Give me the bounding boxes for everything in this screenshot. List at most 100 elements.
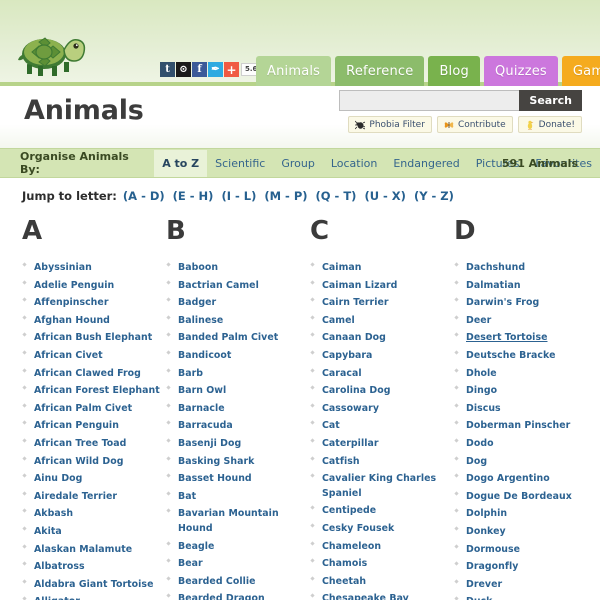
- organise-item-group[interactable]: Group: [273, 150, 323, 177]
- organise-item-scientific[interactable]: Scientific: [207, 150, 273, 177]
- animal-link[interactable]: Dog: [466, 456, 487, 467]
- animal-link[interactable]: African Tree Toad: [34, 438, 126, 449]
- animal-link[interactable]: Desert Tortoise: [466, 332, 547, 343]
- animal-link[interactable]: Canaan Dog: [322, 332, 386, 343]
- animal-link[interactable]: Basset Hound: [178, 473, 252, 484]
- animal-link[interactable]: African Penguin: [34, 420, 119, 431]
- animal-link[interactable]: Bear: [178, 558, 203, 569]
- nav-tab-games[interactable]: Games: [561, 56, 600, 86]
- animal-link[interactable]: Barn Owl: [178, 385, 226, 396]
- animal-link[interactable]: African Clawed Frog: [34, 368, 141, 379]
- facebook-share-icon[interactable]: f: [192, 62, 207, 77]
- animal-link[interactable]: Donkey: [466, 526, 506, 537]
- nav-tab-blog[interactable]: Blog: [428, 56, 480, 86]
- jump-range-y-z[interactable]: (Y - Z): [414, 189, 454, 203]
- jump-range-q-t[interactable]: (Q - T): [316, 189, 357, 203]
- search-button[interactable]: Search: [519, 90, 582, 111]
- animal-link[interactable]: Abyssinian: [34, 262, 92, 273]
- jump-range-e-h[interactable]: (E - H): [173, 189, 214, 203]
- animal-link[interactable]: Basking Shark: [178, 456, 254, 467]
- animal-link[interactable]: Dogo Argentino: [466, 473, 550, 484]
- jump-range-i-l[interactable]: (I - L): [221, 189, 256, 203]
- animal-link[interactable]: Chamois: [322, 558, 367, 569]
- animal-link[interactable]: Dodo: [466, 438, 494, 449]
- tumblr-share-icon[interactable]: t: [160, 62, 175, 77]
- animal-link[interactable]: Duck: [466, 596, 492, 600]
- animal-link[interactable]: Cesky Fousek: [322, 523, 394, 534]
- animal-link[interactable]: Centipede: [322, 505, 376, 516]
- animal-link[interactable]: Basenji Dog: [178, 438, 241, 449]
- nav-tab-animals[interactable]: Animals: [256, 56, 332, 86]
- animal-link[interactable]: African Bush Elephant: [34, 332, 152, 343]
- nav-tab-reference[interactable]: Reference: [335, 56, 425, 86]
- animal-link[interactable]: Dogue De Bordeaux: [466, 491, 572, 502]
- animal-link[interactable]: Doberman Pinscher: [466, 420, 570, 431]
- animal-link[interactable]: African Civet: [34, 350, 103, 361]
- addthis-share-icon[interactable]: +: [224, 62, 239, 77]
- donate-button[interactable]: Donate!: [517, 116, 582, 133]
- animal-link[interactable]: Bearded Collie: [178, 576, 256, 587]
- animal-link[interactable]: Catfish: [322, 456, 360, 467]
- animal-link[interactable]: Albatross: [34, 561, 85, 572]
- animal-link[interactable]: Dragonfly: [466, 561, 518, 572]
- animal-link[interactable]: Baboon: [178, 262, 218, 273]
- search-input[interactable]: [339, 90, 520, 111]
- animal-link[interactable]: Barb: [178, 368, 203, 379]
- animal-link[interactable]: Badger: [178, 297, 216, 308]
- animal-link[interactable]: Carolina Dog: [322, 385, 391, 396]
- animal-link[interactable]: Darwin's Frog: [466, 297, 539, 308]
- animal-link[interactable]: Chameleon: [322, 541, 381, 552]
- animal-link[interactable]: African Forest Elephant: [34, 385, 160, 396]
- animal-link[interactable]: Cavalier King Charles Spaniel: [322, 473, 436, 499]
- jump-range-m-p[interactable]: (M - P): [264, 189, 307, 203]
- animal-link[interactable]: Dhole: [466, 368, 497, 379]
- animal-link[interactable]: Bactrian Camel: [178, 280, 259, 291]
- animal-link[interactable]: Deer: [466, 315, 491, 326]
- animal-link[interactable]: Adelie Penguin: [34, 280, 114, 291]
- animal-link[interactable]: Capybara: [322, 350, 372, 361]
- animal-link[interactable]: Caiman: [322, 262, 362, 273]
- animal-link[interactable]: Cat: [322, 420, 340, 431]
- animal-link[interactable]: Akbash: [34, 508, 73, 519]
- animal-link[interactable]: Affenpinscher: [34, 297, 109, 308]
- animal-link[interactable]: Akita: [34, 526, 62, 537]
- animal-link[interactable]: Barracuda: [178, 420, 233, 431]
- animal-link[interactable]: Bat: [178, 491, 196, 502]
- animal-link[interactable]: Beagle: [178, 541, 214, 552]
- animal-link[interactable]: Cassowary: [322, 403, 379, 414]
- animal-link[interactable]: Camel: [322, 315, 355, 326]
- animal-link[interactable]: African Palm Civet: [34, 403, 132, 414]
- animal-link[interactable]: Caracal: [322, 368, 362, 379]
- jump-range-u-x[interactable]: (U - X): [364, 189, 406, 203]
- organise-item-location[interactable]: Location: [323, 150, 386, 177]
- animal-link[interactable]: Dachshund: [466, 262, 525, 273]
- animal-link[interactable]: Barnacle: [178, 403, 225, 414]
- animal-link[interactable]: Balinese: [178, 315, 223, 326]
- animal-link[interactable]: Caiman Lizard: [322, 280, 397, 291]
- animal-link[interactable]: Airedale Terrier: [34, 491, 117, 502]
- animal-link[interactable]: Chesapeake Bay Retriever: [322, 593, 409, 600]
- animal-link[interactable]: Bandicoot: [178, 350, 231, 361]
- contribute-button[interactable]: Contribute: [436, 116, 513, 133]
- phobia-filter-button[interactable]: Phobia Filter: [348, 116, 432, 133]
- stumbleupon-share-icon[interactable]: ⊙: [176, 62, 191, 77]
- animal-link[interactable]: Aldabra Giant Tortoise: [34, 579, 153, 590]
- animal-link[interactable]: Dalmatian: [466, 280, 521, 291]
- animal-link[interactable]: Drever: [466, 579, 502, 590]
- animal-link[interactable]: Afghan Hound: [34, 315, 110, 326]
- animal-link[interactable]: Caterpillar: [322, 438, 379, 449]
- animal-link[interactable]: Deutsche Bracke: [466, 350, 555, 361]
- animal-link[interactable]: Dolphin: [466, 508, 507, 519]
- animal-link[interactable]: Alligator: [34, 596, 80, 600]
- animal-link[interactable]: Bavarian Mountain Hound: [178, 508, 279, 534]
- animal-link[interactable]: Ainu Dog: [34, 473, 82, 484]
- animal-link[interactable]: Dormouse: [466, 544, 520, 555]
- twitter-share-icon[interactable]: ✒: [208, 62, 223, 77]
- nav-tab-quizzes[interactable]: Quizzes: [483, 56, 558, 86]
- animal-link[interactable]: Cheetah: [322, 576, 366, 587]
- jump-range-a-d[interactable]: (A - D): [123, 189, 165, 203]
- animal-link[interactable]: African Wild Dog: [34, 456, 123, 467]
- animal-link[interactable]: Cairn Terrier: [322, 297, 389, 308]
- organise-item-a-to-z[interactable]: A to Z: [154, 149, 208, 177]
- animal-link[interactable]: Bearded Dragon: [178, 593, 265, 600]
